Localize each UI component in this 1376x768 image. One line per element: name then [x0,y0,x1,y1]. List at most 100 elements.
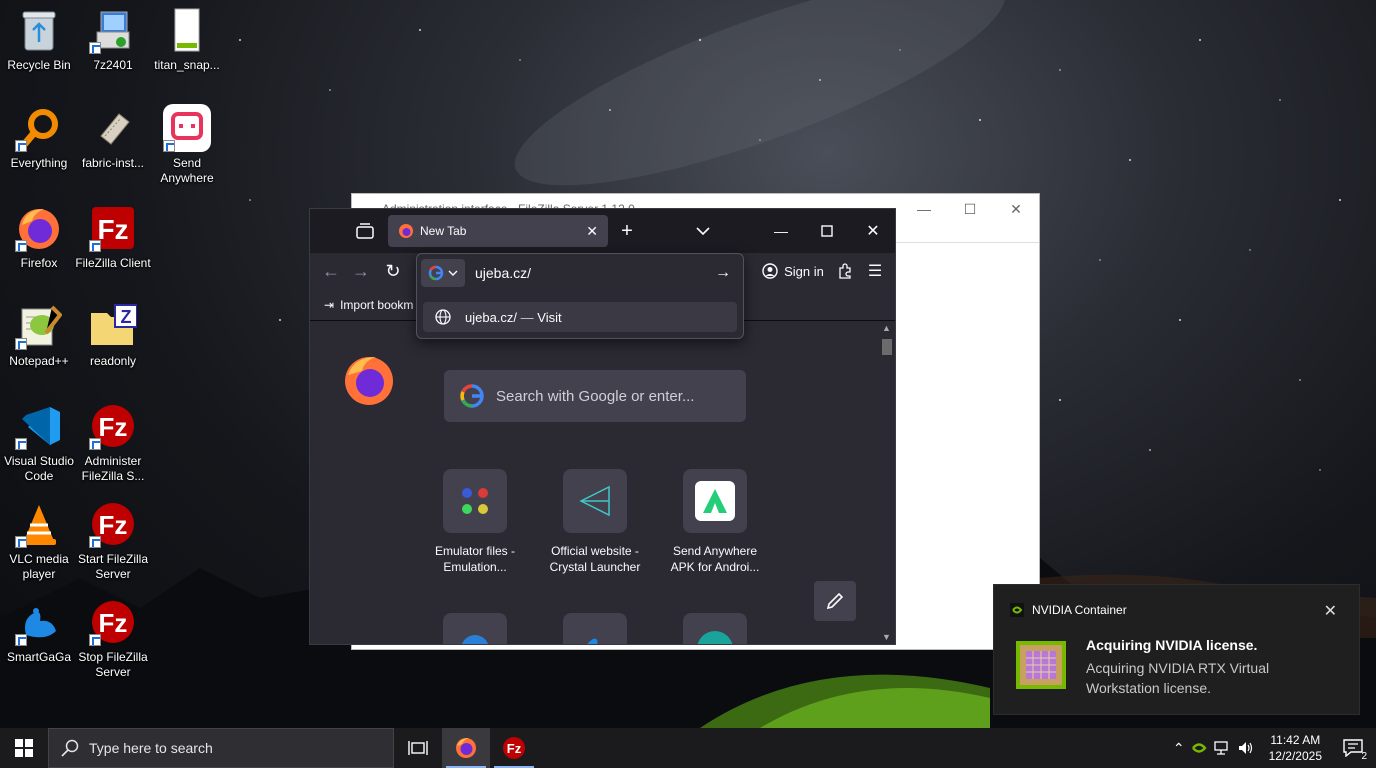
nvidia-tray-icon[interactable] [1191,741,1207,755]
clock[interactable]: 11:42 AM 12/2/2025 [1269,732,1322,764]
url-input[interactable]: ujeba.cz/ → [421,258,739,288]
go-arrow-icon[interactable]: → [715,264,731,282]
desktop-icon-send-anywhere[interactable]: Send Anywhere [148,104,226,186]
close-tab-icon[interactable]: ✕ [586,223,598,240]
search-engine-selector[interactable] [421,259,465,287]
search-input[interactable]: Search with Google or enter... [444,370,746,422]
forward-button[interactable]: → [350,261,372,281]
minimize-button[interactable]: — [901,194,947,224]
desktop-icon-administer-filezilla[interactable]: Fz Administer FileZilla S... [74,402,152,484]
customize-button[interactable] [814,581,856,621]
top-site-tile[interactable]: Send Anywhere APK for Androi... [660,469,770,575]
tile-label: Send Anywhere APK for Androi... [670,544,760,574]
taskbar-filezilla[interactable]: Fz [490,728,538,768]
shortcut-arrow-icon [15,140,27,152]
desktop-icon-notepadpp[interactable]: Notepad++ [0,302,78,369]
maximize-button[interactable]: ☐ [947,194,993,224]
desktop-icon-7z2401[interactable]: 7z2401 [74,6,152,73]
network-icon[interactable] [1213,740,1231,756]
tab-list-icon [356,223,374,239]
notification-body: Acquiring NVIDIA RTX Virtual Workstation… [1086,660,1270,696]
list-all-tabs-button[interactable] [692,221,714,241]
top-site-tile[interactable] [660,613,770,644]
gpu-chip-icon [1016,641,1066,689]
firefox-icon [399,224,413,238]
swan-icon [587,638,598,644]
chevron-down-icon [696,227,710,236]
shortcut-arrow-icon [89,240,101,252]
volume-icon[interactable] [1237,740,1255,756]
shortcut-arrow-icon [89,536,101,548]
extensions-button[interactable] [834,261,856,281]
url-suggestion-row[interactable]: ujeba.cz/ — Visit [423,302,737,332]
desktop-icon-vscode[interactable]: Visual Studio Code [0,402,78,484]
desktop-icon-fabric-installer[interactable]: fabric-inst... [74,104,152,171]
clock-time: 11:42 AM [1270,733,1321,747]
desktop-icon-firefox[interactable]: Firefox [0,204,78,271]
back-button[interactable]: ← [320,261,342,281]
maximize-button[interactable] [812,219,842,243]
minimize-button[interactable]: — [766,219,796,243]
start-button[interactable] [0,728,48,768]
edge-icon [461,635,489,644]
desktop-icon-titan-snap[interactable]: titan_snap... [148,6,226,73]
close-button[interactable]: ✕ [993,194,1039,224]
google-icon [428,265,444,281]
fabric-icon [100,113,130,145]
svg-text:Z: Z [121,307,132,327]
task-view-icon [408,741,428,755]
scroll-down-arrow[interactable]: ▼ [882,632,891,642]
close-icon[interactable]: ✕ [1324,601,1337,621]
desktop-icon-smartgaga[interactable]: SmartGaGa [0,598,78,665]
taskbar-firefox[interactable] [442,728,490,768]
desktop-icon-everything[interactable]: Everything [0,104,78,171]
desktop-icon-readonly[interactable]: Z readonly [74,302,152,369]
reload-button[interactable]: ↻ [382,261,404,281]
shortcut-arrow-icon [15,240,27,252]
scroll-up-arrow[interactable]: ▲ [882,323,891,333]
file-icon [174,8,200,52]
google-icon [460,384,484,408]
close-button[interactable]: ✕ [858,219,888,243]
top-site-tile[interactable] [540,613,650,644]
maximize-icon [821,225,833,237]
recycle-bin-icon [22,11,56,51]
import-bookmarks-link[interactable]: Import bookm [340,298,413,312]
shortcut-arrow-icon [15,438,27,450]
notification-app-name: NVIDIA Container [1032,603,1127,617]
shortcut-arrow-icon [89,634,101,646]
top-site-tile[interactable] [420,613,530,644]
desktop-icon-recycle-bin[interactable]: Recycle Bin [0,6,78,73]
top-site-tile[interactable]: Official website - Crystal Launcher [540,469,650,575]
chevron-up-icon[interactable]: ⌃ [1173,740,1185,757]
task-view-button[interactable] [394,728,442,768]
search-icon [61,739,79,757]
scrollbar[interactable]: ▲ ▼ [879,321,895,644]
svg-text:Fz: Fz [99,412,128,442]
sign-in-button[interactable]: Sign in [758,259,828,283]
gamepad-icon [462,488,488,514]
shortcut-arrow-icon [15,536,27,548]
system-tray: ⌃ 11:42 AM 12/2/2025 2 [1173,728,1376,768]
new-tab-button[interactable]: + [616,220,638,242]
desktop-icon-stop-filezilla-server[interactable]: Fz Stop FileZilla Server [74,598,152,680]
top-site-tile[interactable]: Emulator files - Emulation... [420,469,530,575]
tab-new-tab[interactable]: New Tab ✕ [388,215,608,247]
desktop-icon-filezilla-client[interactable]: Fz FileZilla Client [74,204,152,271]
menu-button[interactable]: ☰ [864,261,886,281]
chevron-down-icon [448,270,458,276]
action-center-button[interactable]: 2 [1336,728,1370,768]
puzzle-icon [839,263,851,279]
firefox-icon [456,738,476,758]
folder-icon: Z [91,304,137,345]
scrollbar-thumb[interactable] [882,339,892,355]
toast-notification[interactable]: NVIDIA Container ✕ Acquiring NVIDIA lice… [993,584,1360,715]
url-bar-popup[interactable]: ujeba.cz/ → ujeba.cz/ — Visit [416,253,744,339]
taskbar-search-input[interactable]: Type here to search [48,728,394,768]
filezilla-server-icon: Fz [503,737,525,759]
desktop-icon-vlc[interactable]: VLC media player [0,500,78,582]
search-placeholder: Search with Google or enter... [496,387,695,405]
firefox-view-button[interactable] [354,221,376,241]
desktop-icon-start-filezilla-server[interactable]: Fz Start FileZilla Server [74,500,152,582]
suggestion-url: ujeba.cz/ [465,309,518,325]
